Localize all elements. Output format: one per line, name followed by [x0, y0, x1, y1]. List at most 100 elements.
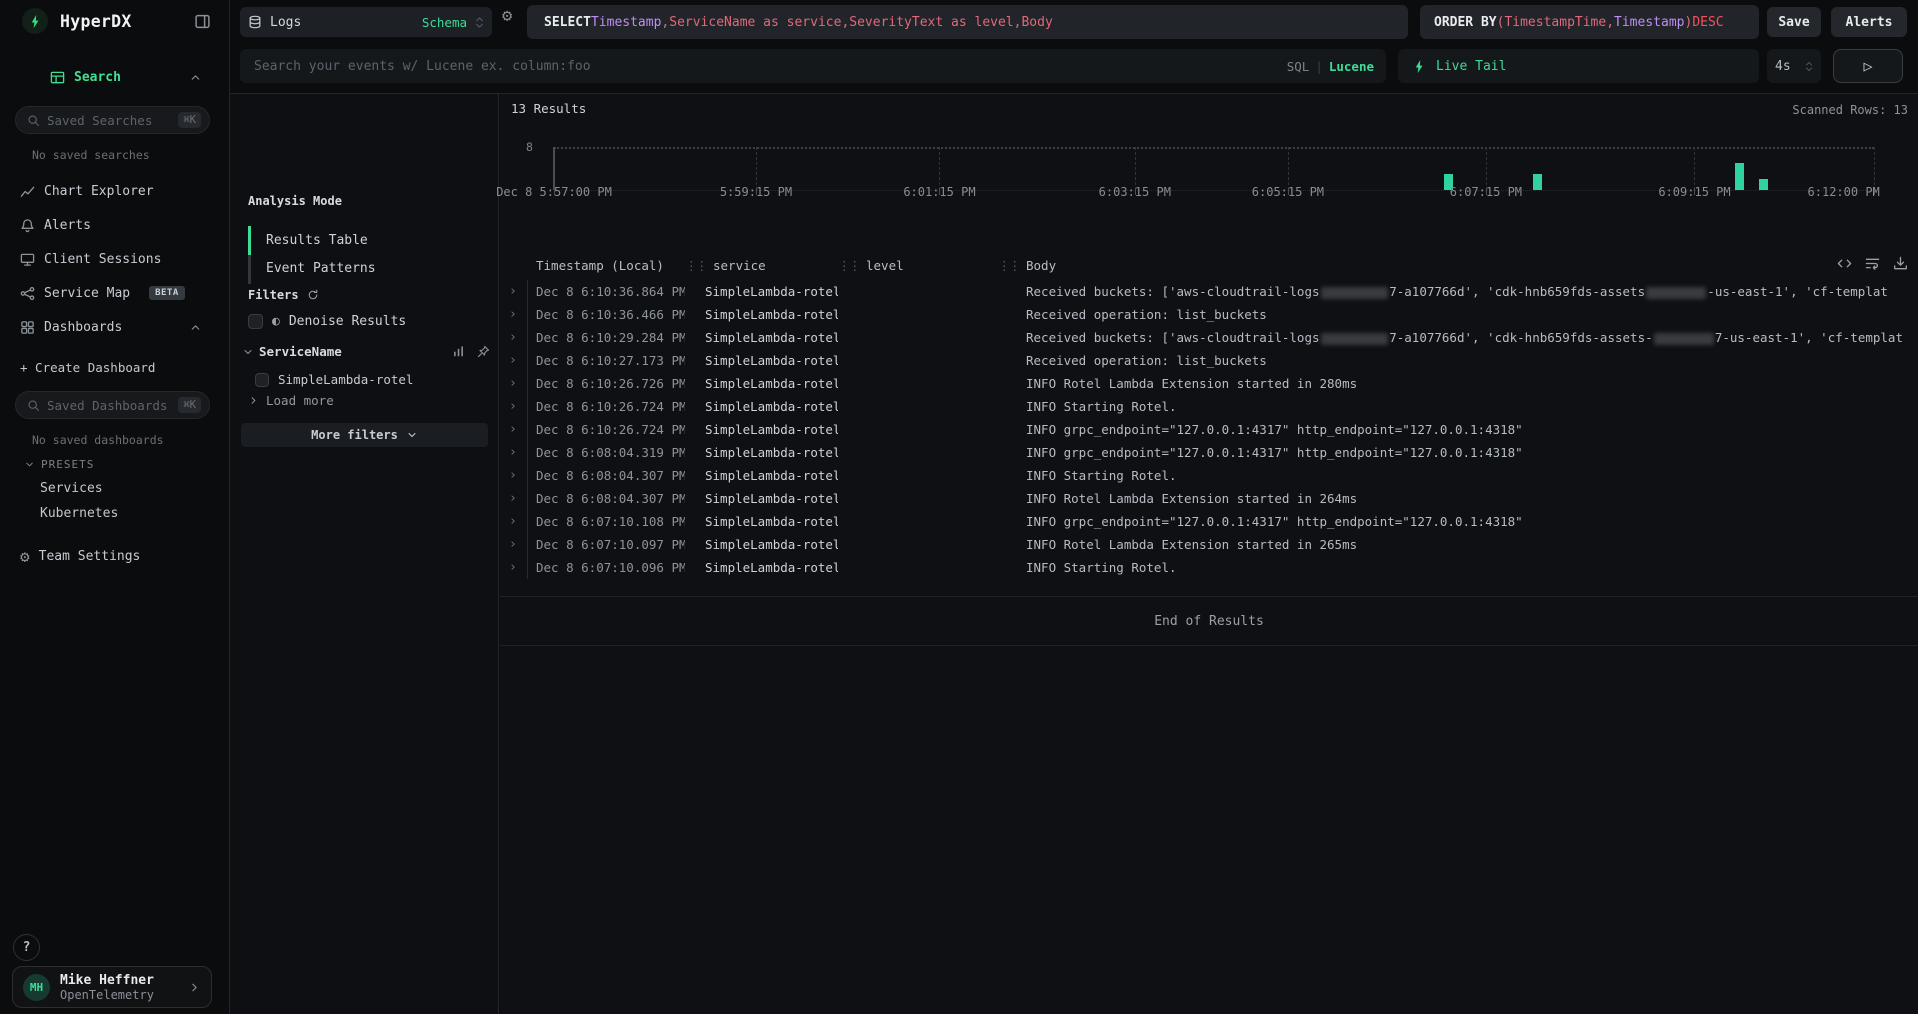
facet-servicename-header[interactable]: ServiceName [242, 344, 490, 359]
save-button[interactable]: Save [1767, 7, 1821, 37]
expand-row-icon[interactable]: › [509, 560, 527, 575]
schema-link[interactable]: Schema [422, 15, 467, 30]
cell-body: INFO grpc_endpoint="127.0.0.1:4317" http… [998, 418, 1918, 441]
expand-row-icon[interactable]: › [509, 330, 527, 345]
log-row[interactable]: ›Dec 8 6:10:36.864 PMSimpleLambda-rotelR… [500, 280, 1918, 303]
chart-line-icon [20, 184, 35, 199]
expand-row-icon[interactable]: › [509, 376, 527, 391]
expand-row-icon[interactable]: › [509, 284, 527, 299]
log-row[interactable]: ›Dec 8 6:10:36.466 PMSimpleLambda-rotelR… [500, 303, 1918, 326]
live-tail-button[interactable]: Live Tail [1398, 49, 1759, 83]
cell-service: SimpleLambda-rotel [685, 395, 838, 418]
load-more-button[interactable]: Load more [248, 393, 334, 408]
cell-timestamp: Dec 8 6:07:10.096 PM [527, 556, 685, 579]
sidebar-item-chart-explorer[interactable]: Chart Explorer [0, 180, 230, 202]
sidebar-item-team-settings[interactable]: ⚙ Team Settings [0, 545, 230, 567]
mode-event-patterns[interactable]: Event Patterns [266, 261, 376, 276]
refresh-interval-select[interactable]: 4s [1767, 49, 1821, 83]
column-header-service[interactable]: ⋮⋮service [685, 258, 838, 273]
denoise-results-row[interactable]: ◐ Denoise Results [248, 314, 406, 329]
preset-item-kubernetes[interactable]: Kubernetes [40, 506, 118, 521]
sidebar-item-alerts[interactable]: Alerts [0, 214, 230, 236]
sql-mode-label[interactable]: SQL [1287, 59, 1310, 74]
search-input[interactable] [240, 49, 1287, 83]
help-button[interactable]: ? [13, 934, 40, 961]
collapse-sidebar-icon[interactable] [194, 13, 211, 30]
cell-level [838, 372, 998, 395]
drag-handle-icon[interactable]: ⋮⋮ [838, 258, 859, 273]
refresh-icon[interactable] [307, 289, 319, 301]
expand-row-icon[interactable]: › [509, 514, 527, 529]
events-histogram[interactable] [554, 147, 1874, 190]
log-row[interactable]: ›Dec 8 6:08:04.307 PMSimpleLambda-rotelI… [500, 464, 1918, 487]
gear-icon: ⚙ [20, 547, 30, 566]
log-row[interactable]: ›Dec 8 6:08:04.319 PMSimpleLambda-rotelI… [500, 441, 1918, 464]
query-language-toggle[interactable]: SQL|Lucene [1287, 59, 1386, 74]
sidebar-item-service-map[interactable]: Service Map BETA [0, 282, 230, 304]
cell-body: Received buckets: ['aws-cloudtrail-logs7… [998, 326, 1918, 349]
expand-row-icon[interactable]: › [509, 399, 527, 414]
cmd-k-badge: ⌘K [178, 397, 201, 413]
expand-row-icon[interactable]: › [509, 307, 527, 322]
x-tick-label: 6:07:15 PM [1450, 185, 1522, 199]
brand[interactable]: HyperDX [22, 8, 132, 34]
chevron-up-icon[interactable] [189, 320, 202, 335]
sidebar-item-dashboards[interactable]: Dashboards [0, 316, 230, 338]
sidebar-item-client-sessions[interactable]: Client Sessions [0, 248, 230, 270]
log-row[interactable]: ›Dec 8 6:10:26.726 PMSimpleLambda-rotelI… [500, 372, 1918, 395]
more-filters-button[interactable]: More filters [241, 423, 488, 447]
denoise-icon: ◐ [272, 314, 280, 329]
play-button[interactable]: ▷ [1833, 49, 1903, 83]
expand-row-icon[interactable]: › [509, 353, 527, 368]
log-row[interactable]: ›Dec 8 6:08:04.307 PMSimpleLambda-rotelI… [500, 487, 1918, 510]
user-menu[interactable]: MH Mike Heffner OpenTelemetry [12, 966, 212, 1008]
column-header-timestamp[interactable]: Timestamp (Local) [527, 258, 685, 273]
expand-row-icon[interactable]: › [509, 491, 527, 506]
cell-service: SimpleLambda-rotel [685, 533, 838, 556]
log-row[interactable]: ›Dec 8 6:07:10.096 PMSimpleLambda-rotelI… [500, 556, 1918, 579]
facet-value-checkbox[interactable] [255, 373, 269, 387]
log-row[interactable]: ›Dec 8 6:07:10.108 PMSimpleLambda-rotelI… [500, 510, 1918, 533]
x-tick-label: 6:03:15 PM [1099, 185, 1171, 199]
beta-badge: BETA [149, 286, 185, 300]
sidebar-item-search[interactable]: Search [0, 66, 230, 88]
mode-results-table[interactable]: Results Table [266, 233, 368, 248]
cell-level [838, 487, 998, 510]
column-header-body[interactable]: ⋮⋮Body [998, 258, 1918, 273]
log-row[interactable]: ›Dec 8 6:10:29.284 PMSimpleLambda-rotelR… [500, 326, 1918, 349]
log-row[interactable]: ›Dec 8 6:10:27.173 PMSimpleLambda-rotelR… [500, 349, 1918, 372]
source-select[interactable]: Logs Schema [240, 7, 492, 37]
log-row[interactable]: ›Dec 8 6:10:26.724 PMSimpleLambda-rotelI… [500, 395, 1918, 418]
expand-row-icon[interactable]: › [509, 422, 527, 437]
presets-section-toggle[interactable]: PRESETS [24, 458, 94, 471]
gear-icon[interactable]: ⚙ [502, 6, 512, 26]
saved-searches-input[interactable]: Saved Searches ⌘K [15, 106, 210, 134]
cell-level [838, 533, 998, 556]
cell-timestamp: Dec 8 6:08:04.307 PM [527, 464, 685, 487]
drag-handle-icon[interactable]: ⋮⋮ [685, 258, 706, 273]
drag-handle-icon[interactable]: ⋮⋮ [998, 258, 1019, 273]
pin-icon[interactable] [477, 345, 490, 358]
expand-row-icon[interactable]: › [509, 537, 527, 552]
lucene-mode-label[interactable]: Lucene [1329, 59, 1374, 74]
alerts-button[interactable]: Alerts [1831, 7, 1907, 37]
saved-dashboards-input[interactable]: Saved Dashboards ⌘K [15, 391, 210, 419]
event-search-bar[interactable]: SQL|Lucene [240, 49, 1386, 83]
gridline-vertical [1288, 147, 1289, 190]
select-clause-editor[interactable]: SELECT Timestamp, ServiceName as service… [527, 5, 1408, 39]
service-map-icon [20, 286, 35, 301]
facet-chart-icon[interactable] [452, 345, 465, 358]
column-header-level[interactable]: ⋮⋮level [838, 258, 998, 273]
denoise-checkbox[interactable] [248, 314, 263, 329]
facet-value-row[interactable]: SimpleLambda-rotel [255, 372, 413, 387]
preset-item-services[interactable]: Services [40, 481, 103, 496]
log-row[interactable]: ›Dec 8 6:10:26.724 PMSimpleLambda-rotelI… [500, 418, 1918, 441]
chevron-up-icon[interactable] [189, 70, 202, 85]
expand-row-icon[interactable]: › [509, 468, 527, 483]
create-dashboard-button[interactable]: + Create Dashboard [0, 356, 230, 378]
table-header: Timestamp (Local) ⋮⋮service ⋮⋮level ⋮⋮Bo… [500, 252, 1918, 278]
order-by-editor[interactable]: ORDER BY (TimestampTime, Timestamp) DESC [1420, 5, 1759, 39]
expand-row-icon[interactable]: › [509, 445, 527, 460]
log-row[interactable]: ›Dec 8 6:07:10.097 PMSimpleLambda-rotelI… [500, 533, 1918, 556]
cell-body: INFO Rotel Lambda Extension started in 2… [998, 533, 1918, 556]
